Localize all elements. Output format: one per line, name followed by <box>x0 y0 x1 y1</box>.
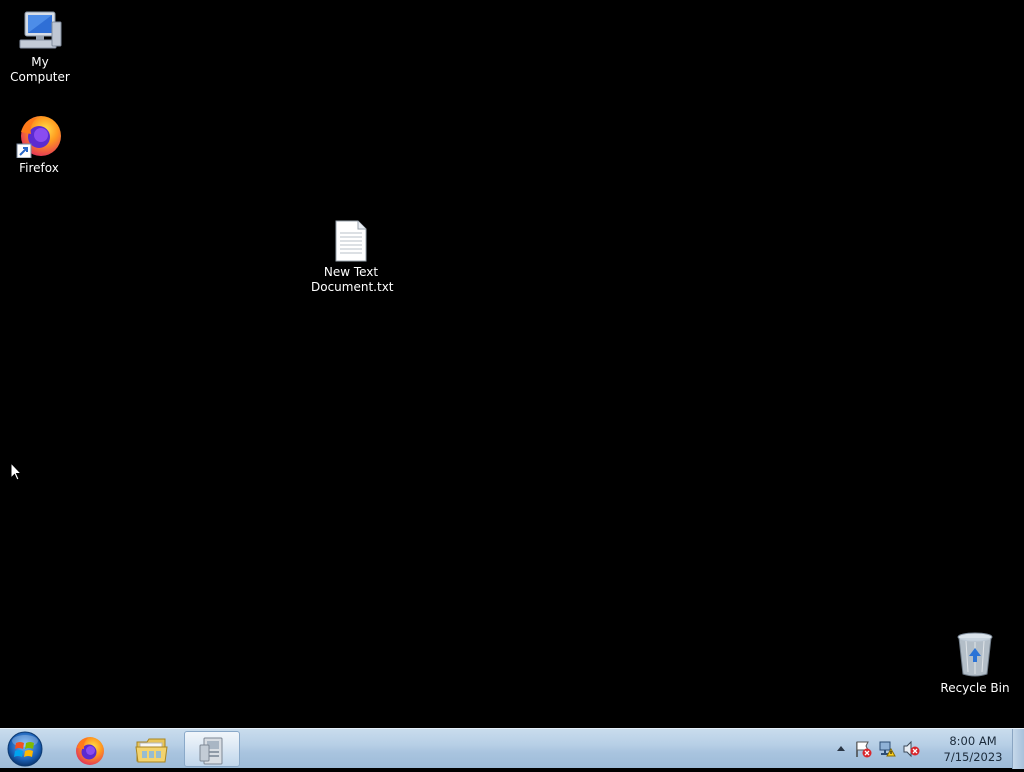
desktop[interactable]: My Computer Firefox New Text Document.tx… <box>0 0 1024 728</box>
desktop-icon-firefox[interactable]: Firefox <box>0 112 79 176</box>
computer-icon <box>19 11 62 49</box>
mouse-cursor-icon <box>10 462 22 481</box>
desktop-icon-my-computer[interactable]: My Computer <box>0 10 80 85</box>
network-icon[interactable] <box>878 740 896 758</box>
desktop-icon-label: Recycle Bin <box>940 681 1010 695</box>
clock-date: 7/15/2023 <box>943 750 1003 764</box>
text-file-icon <box>335 220 367 262</box>
taskbar-clock[interactable]: 8:00 AM 7/15/2023 <box>938 733 1008 765</box>
folder-icon <box>135 738 168 763</box>
app-icon <box>199 737 223 765</box>
desktop-icon-new-text-document[interactable]: New Text Document.txt <box>311 220 394 295</box>
show-desktop-button[interactable] <box>1012 729 1024 769</box>
firefox-icon <box>16 116 61 158</box>
firefox-icon <box>76 737 104 765</box>
desktop-icon-recycle-bin[interactable]: Recycle Bin <box>935 632 1015 696</box>
taskbar-app-button-active[interactable] <box>184 731 240 767</box>
taskbar: 8:00 AM 7/15/2023 <box>0 728 1024 769</box>
desktop-icon-label: Firefox <box>19 161 59 175</box>
taskbar-explorer-button[interactable] <box>123 731 179 767</box>
desktop-icon-label: My Computer <box>10 55 70 84</box>
speaker-muted-icon[interactable] <box>902 740 920 758</box>
taskbar-firefox-button[interactable] <box>61 731 117 767</box>
desktop-icon-label: New Text Document.txt <box>311 265 394 294</box>
recycle-bin-icon <box>957 632 993 677</box>
system-tray: 8:00 AM 7/15/2023 <box>818 729 1008 769</box>
start-button[interactable] <box>5 730 45 768</box>
windows-logo-icon <box>7 731 43 767</box>
action-center-flag-icon[interactable] <box>854 740 872 758</box>
clock-time: 8:00 AM <box>949 734 997 748</box>
show-hidden-icons-arrow-icon[interactable] <box>836 744 846 752</box>
